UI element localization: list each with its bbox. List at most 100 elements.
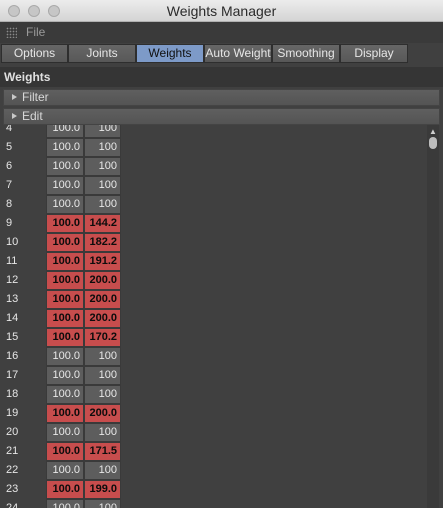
table-row: 4 100.0 100 bbox=[0, 125, 443, 138]
scrollbar-thumb[interactable] bbox=[429, 137, 437, 149]
weight-cell-b[interactable]: 100 bbox=[84, 347, 121, 366]
row-index: 18 bbox=[6, 388, 19, 400]
row-index: 15 bbox=[6, 331, 19, 343]
weight-cell-a[interactable]: 100.0 bbox=[46, 252, 84, 271]
table-row: 10 100.0 182.2 bbox=[0, 233, 443, 252]
row-index: 20 bbox=[6, 426, 19, 438]
vertical-scrollbar[interactable]: ▲ bbox=[427, 125, 439, 508]
weight-cell-a[interactable]: 100.0 bbox=[46, 442, 84, 461]
weight-cell-a[interactable]: 100.0 bbox=[46, 271, 84, 290]
table-row: 8 100.0 100 bbox=[0, 195, 443, 214]
weight-cell-a[interactable]: 100.0 bbox=[46, 138, 84, 157]
edit-group-label: Edit bbox=[22, 109, 43, 123]
weight-cell-b[interactable]: 100 bbox=[84, 385, 121, 404]
weight-cell-b[interactable]: 200.0 bbox=[84, 290, 121, 309]
row-index: 22 bbox=[6, 464, 19, 476]
weight-cell-b[interactable]: 200.0 bbox=[84, 404, 121, 423]
table-row: 7 100.0 100 bbox=[0, 176, 443, 195]
menu-file[interactable]: File bbox=[26, 25, 45, 39]
title-bar: Weights Manager bbox=[0, 0, 443, 22]
weight-cell-a[interactable]: 100.0 bbox=[46, 423, 84, 442]
weight-cell-b[interactable]: 144.2 bbox=[84, 214, 121, 233]
weight-cell-a[interactable]: 100.0 bbox=[46, 157, 84, 176]
weight-cell-a[interactable]: 100.0 bbox=[46, 366, 84, 385]
weight-cell-a[interactable]: 100.0 bbox=[46, 328, 84, 347]
row-index: 8 bbox=[6, 198, 13, 210]
weight-cell-a[interactable]: 100.0 bbox=[46, 347, 84, 366]
weight-cell-b[interactable]: 200.0 bbox=[84, 309, 121, 328]
row-index: 17 bbox=[6, 369, 19, 381]
row-index: 21 bbox=[6, 445, 19, 457]
weight-cell-a[interactable]: 100.0 bbox=[46, 195, 84, 214]
weight-cell-a[interactable]: 100.0 bbox=[46, 309, 84, 328]
table-row: 18 100.0 100 bbox=[0, 385, 443, 404]
row-index: 7 bbox=[6, 179, 13, 191]
weight-cell-b[interactable]: 182.2 bbox=[84, 233, 121, 252]
weight-cell-b[interactable]: 171.5 bbox=[84, 442, 121, 461]
scroll-up-arrow-icon[interactable]: ▲ bbox=[427, 127, 439, 137]
weight-cell-a[interactable]: 100.0 bbox=[46, 404, 84, 423]
weight-cell-b[interactable]: 100 bbox=[84, 125, 121, 138]
weight-cell-a[interactable]: 100.0 bbox=[46, 214, 84, 233]
weight-cell-b[interactable]: 100 bbox=[84, 176, 121, 195]
row-index: 16 bbox=[6, 350, 19, 362]
weight-cell-b[interactable]: 170.2 bbox=[84, 328, 121, 347]
table-row: 21 100.0 171.5 bbox=[0, 442, 443, 461]
filter-group-label: Filter bbox=[22, 90, 49, 104]
weight-cell-a[interactable]: 100.0 bbox=[46, 480, 84, 499]
table-row: 19 100.0 200.0 bbox=[0, 404, 443, 423]
row-index: 14 bbox=[6, 312, 19, 324]
weight-cell-a[interactable]: 100.0 bbox=[46, 461, 84, 480]
table-row: 13 100.0 200.0 bbox=[0, 290, 443, 309]
window-title: Weights Manager bbox=[166, 3, 277, 19]
weight-cell-b[interactable]: 191.2 bbox=[84, 252, 121, 271]
row-index: 6 bbox=[6, 160, 13, 172]
row-index: 12 bbox=[6, 274, 19, 286]
weight-cell-a[interactable]: 100.0 bbox=[46, 499, 84, 508]
tab-joints[interactable]: Joints bbox=[68, 44, 136, 63]
row-index: 4 bbox=[6, 125, 13, 134]
weight-cell-b[interactable]: 100 bbox=[84, 499, 121, 508]
weight-cell-b[interactable]: 100 bbox=[84, 138, 121, 157]
row-index: 13 bbox=[6, 293, 19, 305]
weight-cell-a[interactable]: 100.0 bbox=[46, 233, 84, 252]
table-row: 22 100.0 100 bbox=[0, 461, 443, 480]
table-row: 24 100.0 100 bbox=[0, 499, 443, 508]
tab-options[interactable]: Options bbox=[1, 44, 68, 63]
table-row: 16 100.0 100 bbox=[0, 347, 443, 366]
row-index: 9 bbox=[6, 217, 13, 229]
weight-cell-b[interactable]: 100 bbox=[84, 195, 121, 214]
table-row: 17 100.0 100 bbox=[0, 366, 443, 385]
weight-cell-b[interactable]: 100 bbox=[84, 461, 121, 480]
weights-table: 4 100.0 100 5 100.0 100 6 100.0 100 7 100.0 100 8 100… bbox=[0, 125, 443, 508]
weights-table-rows: 4 100.0 100 5 100.0 100 6 100.0 100 7 100.0 100 8 100… bbox=[0, 125, 443, 508]
weight-cell-b[interactable]: 100 bbox=[84, 157, 121, 176]
tab-weights[interactable]: Weights bbox=[136, 44, 204, 63]
row-index: 23 bbox=[6, 483, 19, 495]
weight-cell-b[interactable]: 200.0 bbox=[84, 271, 121, 290]
weight-cell-a[interactable]: 100.0 bbox=[46, 176, 84, 195]
menu-bar: File bbox=[0, 22, 443, 43]
weight-cell-b[interactable]: 100 bbox=[84, 366, 121, 385]
table-row: 11 100.0 191.2 bbox=[0, 252, 443, 271]
grip-handle-icon[interactable] bbox=[6, 27, 17, 38]
weights-section-title: Weights bbox=[0, 67, 443, 87]
disclosure-triangle-icon bbox=[12, 113, 17, 119]
tab-smoothing[interactable]: Smoothing bbox=[272, 44, 340, 63]
table-row: 20 100.0 100 bbox=[0, 423, 443, 442]
table-row: 9 100.0 144.2 bbox=[0, 214, 443, 233]
disclosure-triangle-icon bbox=[12, 94, 17, 100]
tab-auto-weight[interactable]: Auto Weight bbox=[204, 44, 272, 63]
weight-cell-b[interactable]: 100 bbox=[84, 423, 121, 442]
tab-bar: Options Joints Weights Auto Weight Smoot… bbox=[1, 44, 442, 64]
weight-cell-a[interactable]: 100.0 bbox=[46, 290, 84, 309]
table-row: 5 100.0 100 bbox=[0, 138, 443, 157]
row-index: 5 bbox=[6, 141, 13, 153]
tab-display[interactable]: Display bbox=[340, 44, 408, 63]
filter-group-toggle[interactable]: Filter bbox=[3, 89, 440, 106]
table-row: 12 100.0 200.0 bbox=[0, 271, 443, 290]
weight-cell-a[interactable]: 100.0 bbox=[46, 385, 84, 404]
weight-cell-a[interactable]: 100.0 bbox=[46, 125, 84, 138]
weight-cell-b[interactable]: 199.0 bbox=[84, 480, 121, 499]
edit-group-toggle[interactable]: Edit bbox=[3, 108, 440, 125]
